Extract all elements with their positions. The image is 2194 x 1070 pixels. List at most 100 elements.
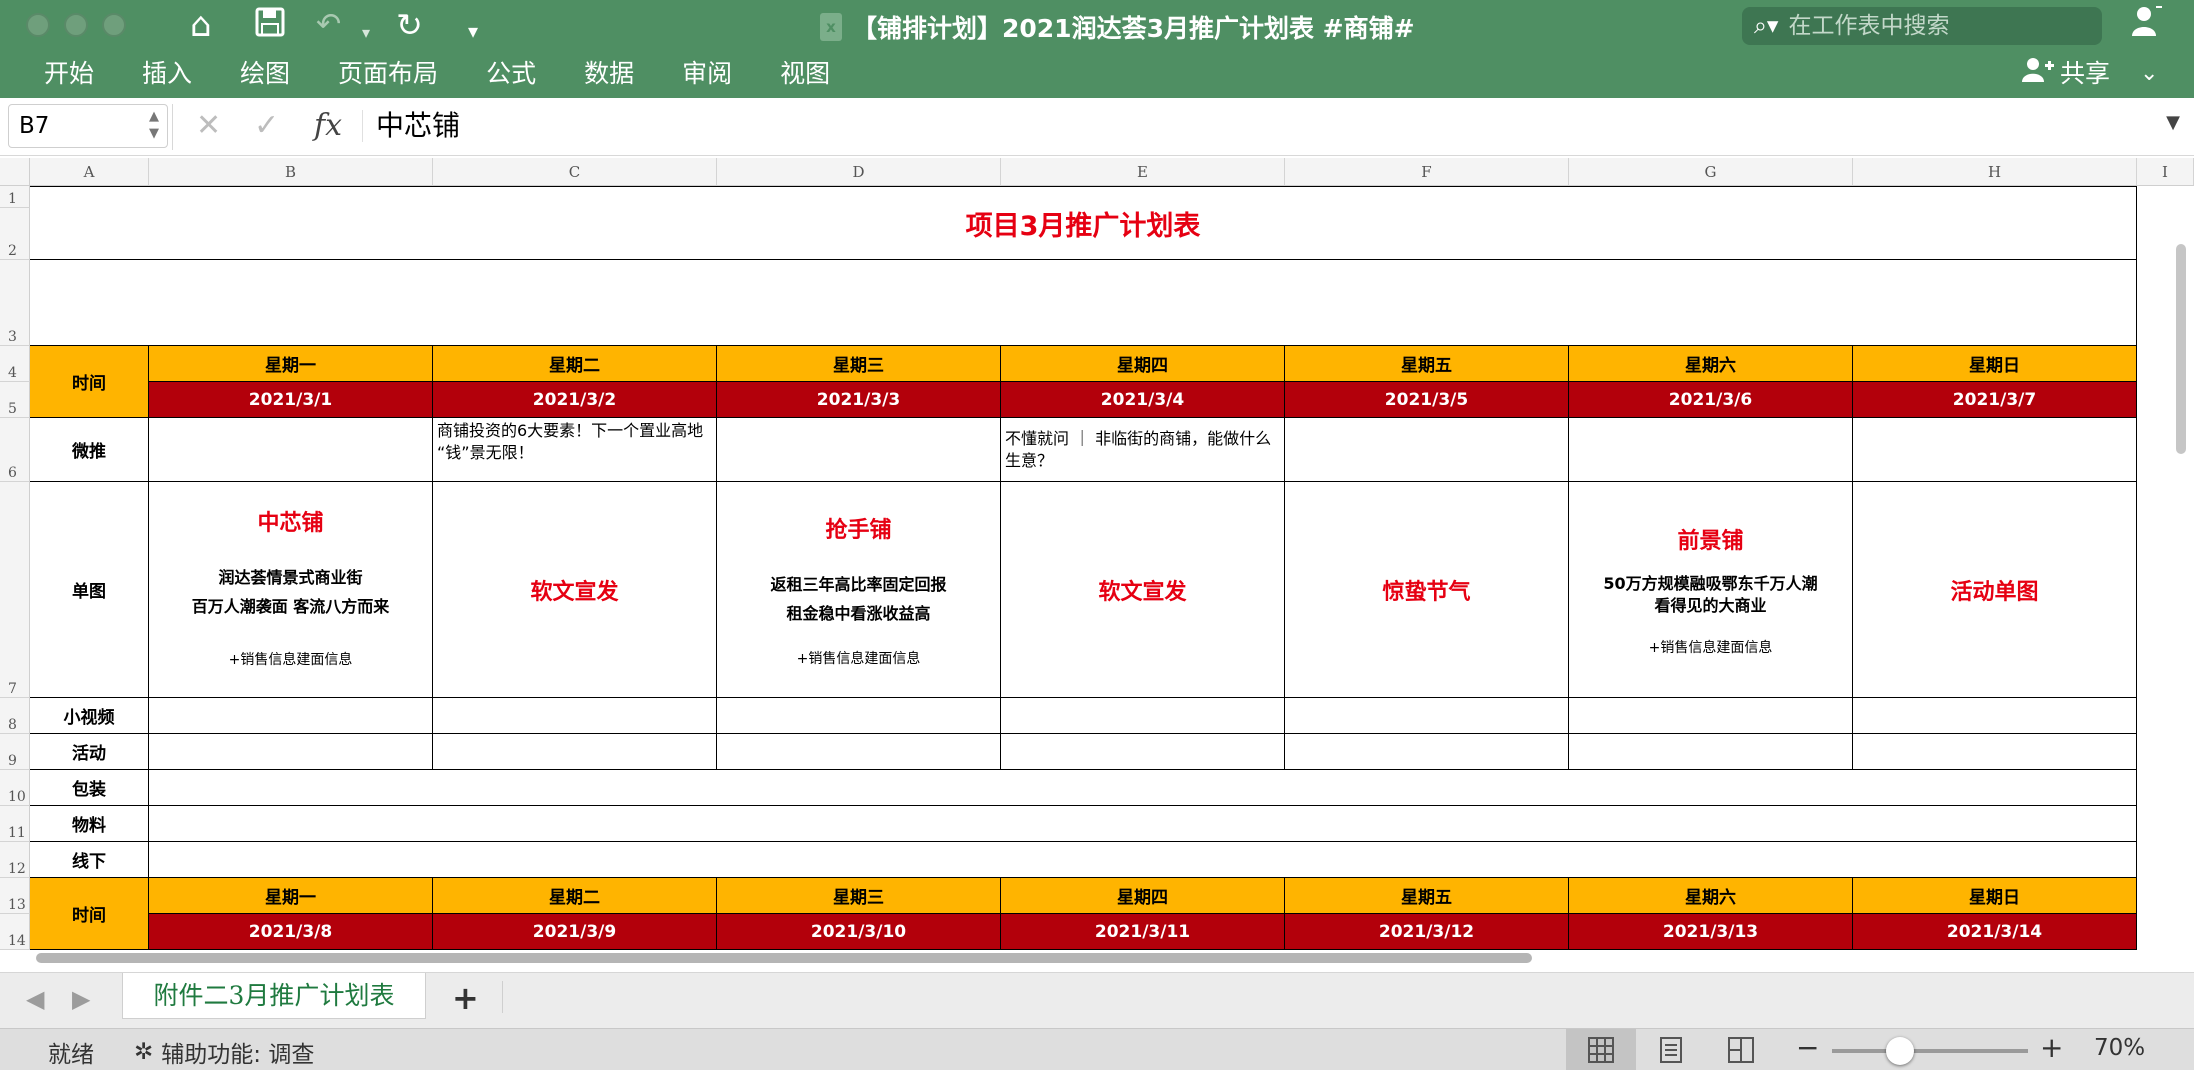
video-tue[interactable] [433,698,717,734]
column-header-a[interactable]: A [30,158,149,186]
date-2021-3-11[interactable]: 2021/3/11 [1001,914,1285,950]
worksheet-grid[interactable]: A B C D E F G H I 1 2 3 4 5 6 7 8 9 10 1… [0,156,2194,972]
date-2021-3-4[interactable]: 2021/3/4 [1001,382,1285,418]
weitui-fri[interactable] [1285,418,1569,482]
home-icon[interactable]: ⌂ [190,6,212,44]
blank-title-row[interactable] [30,260,2137,346]
plan-title-cell[interactable]: 项目3月推广计划表 [30,186,2137,260]
row-header-4[interactable]: 4 [0,346,30,382]
row-header-2[interactable]: 2 [0,208,30,260]
date-2021-3-10[interactable]: 2021/3/10 [717,914,1001,950]
column-header-e[interactable]: E [1001,158,1285,186]
vertical-scrollbar[interactable] [2176,244,2186,454]
zoom-in-button[interactable]: + [2040,1031,2063,1064]
row-label-dantu[interactable]: 单图 [30,482,149,698]
row-header-13[interactable]: 13 [0,878,30,914]
row-header-6[interactable]: 6 [0,418,30,482]
row-label-video[interactable]: 小视频 [30,698,149,734]
activity-sat[interactable] [1569,734,1853,770]
video-sat[interactable] [1569,698,1853,734]
date-2021-3-7[interactable]: 2021/3/7 [1853,382,2137,418]
tab-view[interactable]: 视图 [780,56,830,92]
tab-draw[interactable]: 绘图 [240,56,290,92]
tab-data[interactable]: 数据 [584,56,634,92]
activity-sun[interactable] [1853,734,2137,770]
date-2021-3-3[interactable]: 2021/3/3 [717,382,1001,418]
weekday-sun[interactable]: 星期日 [1853,346,2137,382]
weitui-wed[interactable] [717,418,1001,482]
name-box[interactable]: B7 ▲ ▼ [8,104,168,148]
time-label-cell[interactable]: 时间 [30,346,149,418]
activity-tue[interactable] [433,734,717,770]
redo-icon[interactable]: ↻ [396,6,423,44]
column-header-i[interactable]: I [2137,158,2194,186]
cancel-edit-icon[interactable]: ✕ [196,106,221,146]
weitui-sun[interactable] [1853,418,2137,482]
video-thu[interactable] [1001,698,1285,734]
tab-formulas[interactable]: 公式 [486,56,536,92]
tab-home[interactable]: 开始 [44,56,94,92]
account-icon[interactable] [2130,4,2164,47]
minimize-window-button[interactable] [64,13,88,37]
column-header-h[interactable]: H [1853,158,2137,186]
add-sheet-icon[interactable]: + [452,979,479,1017]
zoom-slider-thumb[interactable] [1886,1037,1914,1065]
row-header-8[interactable]: 8 [0,698,30,734]
zoom-window-button[interactable] [102,13,126,37]
weekday-tue-week2[interactable]: 星期二 [433,878,717,914]
normal-view-icon[interactable] [1566,1029,1636,1070]
row-header-3[interactable]: 3 [0,260,30,346]
weitui-tue[interactable]: 商铺投资的6大要素！下一个置业高地 “钱”景无限！ [433,418,717,482]
zoom-slider[interactable] [1832,1049,2028,1053]
next-sheet-icon[interactable]: ▶ [72,985,90,1013]
undo-icon[interactable]: ↶ [316,6,341,44]
formula-input[interactable]: 中芯铺 [376,106,460,146]
video-mon[interactable] [149,698,433,734]
weekday-wed[interactable]: 星期三 [717,346,1001,382]
date-2021-3-1[interactable]: 2021/3/1 [149,382,433,418]
row-label-offline[interactable]: 线下 [30,842,149,878]
weitui-sat[interactable] [1569,418,1853,482]
date-2021-3-9[interactable]: 2021/3/9 [433,914,717,950]
sheet-tab-active[interactable]: 附件二3月推广计划表 [122,973,426,1019]
date-2021-3-13[interactable]: 2021/3/13 [1569,914,1853,950]
zoom-level[interactable]: 70% [2094,1035,2145,1061]
activity-mon[interactable] [149,734,433,770]
accessibility-status[interactable]: ✲ 辅助功能: 调查 [134,1035,314,1069]
video-wed[interactable] [717,698,1001,734]
column-header-c[interactable]: C [433,158,717,186]
date-2021-3-2[interactable]: 2021/3/2 [433,382,717,418]
search-box[interactable]: ⌕▾ 在工作表中搜索 [1742,7,2102,45]
weekday-mon-week2[interactable]: 星期一 [149,878,433,914]
weekday-wed-week2[interactable]: 星期三 [717,878,1001,914]
time-label-cell-week2[interactable]: 时间 [30,878,149,950]
confirm-edit-icon[interactable]: ✓ [254,106,279,146]
dantu-sat[interactable]: 前景铺 50万方规模融吸鄂东千万人潮 看得见的大商业 +销售信息建面信息 [1569,482,1853,698]
close-window-button[interactable] [26,13,50,37]
weekday-fri-week2[interactable]: 星期五 [1285,878,1569,914]
activity-fri[interactable] [1285,734,1569,770]
weekday-thu-week2[interactable]: 星期四 [1001,878,1285,914]
weekday-mon[interactable]: 星期一 [149,346,433,382]
row-label-materials[interactable]: 物料 [30,806,149,842]
name-box-stepper-icon[interactable]: ▲ ▼ [149,108,159,142]
page-break-view-icon[interactable] [1706,1029,1776,1070]
tab-review[interactable]: 审阅 [682,56,732,92]
weitui-mon[interactable] [149,418,433,482]
tab-page-layout[interactable]: 页面布局 [338,56,438,92]
row-header-5[interactable]: 5 [0,382,30,418]
date-2021-3-14[interactable]: 2021/3/14 [1853,914,2137,950]
undo-dropdown-icon[interactable]: ▾ [362,14,370,52]
weekday-sun-week2[interactable]: 星期日 [1853,878,2137,914]
insert-function-icon[interactable]: fx [314,106,342,146]
video-sun[interactable] [1853,698,2137,734]
dantu-fri[interactable]: 惊蛰节气 [1285,482,1569,698]
page-layout-view-icon[interactable] [1636,1029,1706,1070]
column-header-g[interactable]: G [1569,158,1853,186]
dantu-tue[interactable]: 软文宣发 [433,482,717,698]
row-header-9[interactable]: 9 [0,734,30,770]
row-header-7[interactable]: 7 [0,482,30,698]
weekday-tue[interactable]: 星期二 [433,346,717,382]
video-fri[interactable] [1285,698,1569,734]
weekday-sat[interactable]: 星期六 [1569,346,1853,382]
